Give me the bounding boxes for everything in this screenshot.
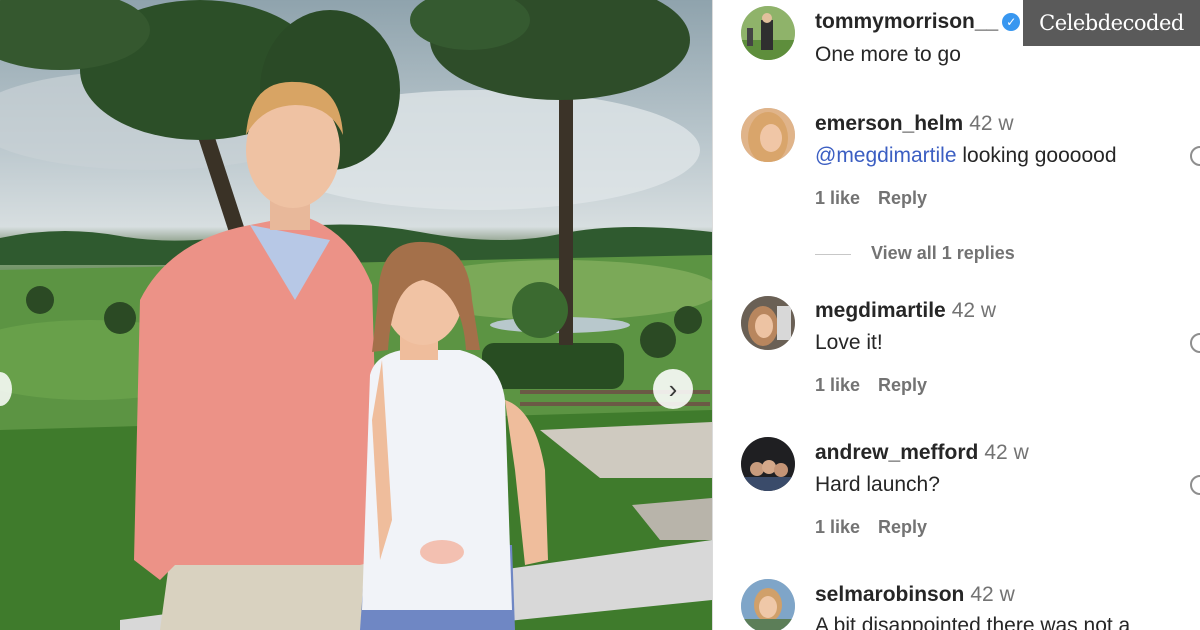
heart-icon[interactable]	[1190, 333, 1200, 353]
comment-header: selmarobinson 42 w	[815, 583, 1015, 607]
comment-age: 42 w	[970, 583, 1015, 606]
comment-body: looking goooood	[956, 144, 1117, 167]
comment-username[interactable]: andrew_mefford	[815, 441, 978, 464]
comment-age: 42 w	[969, 112, 1014, 135]
reply-button[interactable]: Reply	[878, 375, 927, 395]
like-count[interactable]: 1 like	[815, 375, 860, 395]
photo-illustration	[0, 0, 712, 630]
author-avatar[interactable]	[741, 6, 795, 60]
chevron-right-icon: ›	[668, 374, 678, 404]
comment-mention-link[interactable]: @megdimartile	[815, 144, 957, 167]
watermark-text: Celebdecoded	[1039, 11, 1184, 35]
avatar-image	[741, 579, 795, 630]
view-replies-label: View all 1 replies	[871, 243, 1015, 263]
reply-button[interactable]: Reply	[878, 188, 927, 208]
post-photo: ›	[0, 0, 712, 630]
comment-avatar[interactable]	[741, 296, 795, 350]
site-watermark: Celebdecoded	[1023, 0, 1200, 46]
comment-avatar[interactable]	[741, 579, 795, 630]
comment-text: Hard launch?	[815, 473, 940, 496]
comments-panel[interactable]: tommymorrison__ ✓ One more to go emerson_…	[713, 0, 1200, 630]
author-username[interactable]: tommymorrison__	[815, 10, 998, 33]
comment-actions: 1 like Reply	[815, 375, 945, 396]
view-replies-link[interactable]: View all 1 replies	[815, 243, 1015, 264]
comment-text: @megdimartile looking goooood	[815, 144, 1117, 168]
carousel-next-button[interactable]: ›	[653, 369, 693, 409]
avatar-image	[741, 437, 795, 491]
author-line: tommymorrison__ ✓	[815, 10, 1021, 34]
post-caption: One more to go	[815, 43, 961, 66]
heart-icon[interactable]	[1190, 146, 1200, 166]
comment-actions: 1 like Reply	[815, 188, 945, 209]
avatar-image	[741, 296, 795, 350]
comment-text: A bit disappointed there was not a	[815, 614, 1131, 630]
comment-username[interactable]: megdimartile	[815, 299, 946, 322]
comment-actions: 1 like Reply	[815, 517, 945, 538]
comment-age: 42 w	[951, 299, 997, 322]
replies-divider	[815, 253, 851, 255]
comment-username[interactable]: selmarobinson	[815, 583, 964, 606]
comment-age: 42 w	[984, 441, 1029, 464]
comment-header: emerson_helm 42 w	[815, 112, 1014, 136]
comment-header: megdimartile 42 w	[815, 299, 996, 323]
avatar-image	[741, 108, 795, 162]
author-avatar-image	[741, 6, 795, 60]
reply-button[interactable]: Reply	[878, 517, 927, 537]
comment-avatar[interactable]	[741, 108, 795, 162]
verified-badge-icon: ✓	[1002, 13, 1021, 31]
comment-text: Love it!	[815, 331, 883, 354]
comment-username[interactable]: emerson_helm	[815, 112, 963, 135]
comment-header: andrew_mefford 42 w	[815, 441, 1029, 465]
comment-avatar[interactable]	[741, 437, 795, 491]
heart-icon[interactable]	[1190, 475, 1200, 495]
like-count[interactable]: 1 like	[815, 517, 860, 537]
like-count[interactable]: 1 like	[815, 188, 860, 208]
